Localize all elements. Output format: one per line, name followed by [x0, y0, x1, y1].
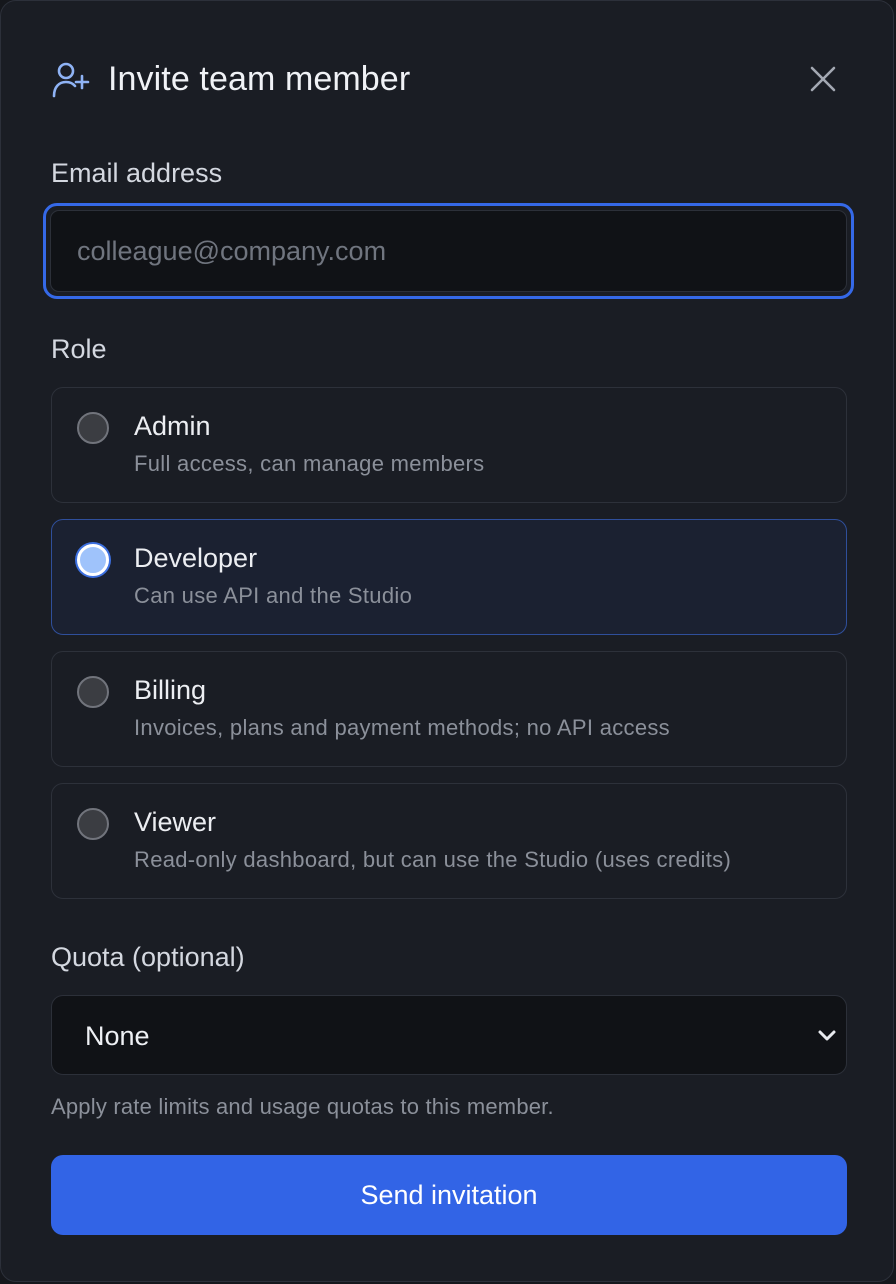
quota-helper-text: Apply rate limits and usage quotas to th… [51, 1094, 554, 1119]
role-description: Invoices, plans and payment methods; no … [134, 715, 670, 740]
role-option-viewer[interactable]: Viewer Read-only dashboard, but can use … [51, 783, 847, 899]
role-name: Billing [134, 675, 207, 705]
chevron-down-icon [818, 1030, 836, 1041]
user-plus-icon [52, 62, 90, 98]
radio-viewer[interactable] [77, 808, 109, 840]
role-option-billing[interactable]: Billing Invoices, plans and payment meth… [51, 651, 847, 767]
role-label: Role [51, 334, 107, 364]
send-invitation-button[interactable]: Send invitation [51, 1155, 847, 1235]
role-name: Developer [134, 543, 258, 573]
radio-developer[interactable] [77, 544, 109, 576]
role-option-admin[interactable]: Admin Full access, can manage members [51, 387, 847, 503]
role-description: Read-only dashboard, but can use the Stu… [134, 847, 732, 872]
dialog-title: Invite team member [108, 60, 411, 98]
email-focus-ring [43, 203, 854, 299]
role-description: Can use API and the Studio [134, 583, 413, 608]
role-description: Full access, can manage members [134, 451, 485, 476]
email-label: Email address [51, 158, 223, 188]
close-icon[interactable] [807, 63, 839, 95]
invite-dialog: Invite team member Email address Role Ad… [0, 0, 894, 1282]
email-input[interactable] [50, 210, 847, 292]
role-name: Viewer [134, 807, 217, 837]
role-option-developer[interactable]: Developer Can use API and the Studio [51, 519, 847, 635]
radio-admin[interactable] [77, 412, 109, 444]
quota-select-value: None [85, 1021, 150, 1051]
dialog-header: Invite team member [51, 57, 843, 101]
role-name: Admin [134, 411, 211, 441]
quota-select[interactable]: None [51, 995, 847, 1075]
quota-label: Quota (optional) [51, 942, 245, 972]
radio-billing[interactable] [77, 676, 109, 708]
